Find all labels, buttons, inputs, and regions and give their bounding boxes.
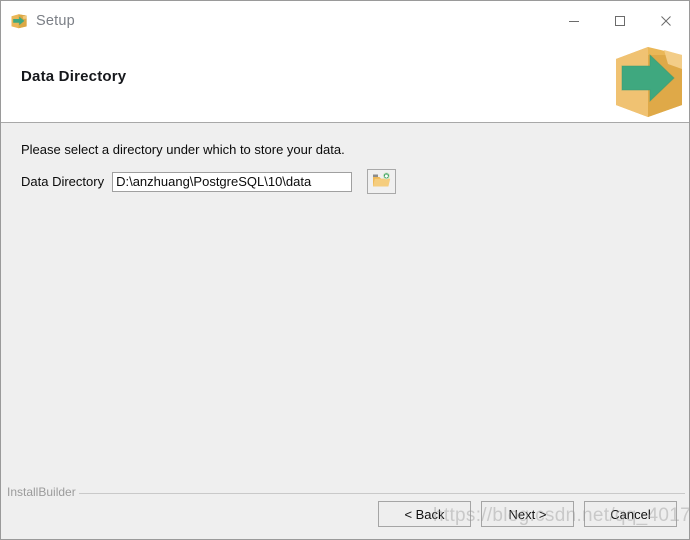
minimize-icon — [569, 20, 579, 22]
footer-bar: InstallBuilder < Back Next > Cancel — [1, 481, 689, 539]
page-header: Data Directory — [1, 40, 689, 123]
cancel-button[interactable]: Cancel — [584, 501, 677, 527]
installbuilder-box-icon — [10, 12, 28, 30]
brand-separator: InstallBuilder — [7, 483, 685, 501]
window-title: Setup — [36, 12, 75, 29]
intro-text: Please select a directory under which to… — [21, 142, 345, 157]
close-icon — [661, 15, 671, 26]
horizontal-rule — [78, 492, 685, 494]
data-directory-input[interactable] — [112, 171, 353, 192]
browse-folder-button[interactable] — [367, 169, 397, 194]
folder-open-icon — [372, 171, 391, 192]
next-button[interactable]: Next > — [481, 501, 574, 527]
data-directory-row: Data Directory — [21, 169, 397, 194]
data-directory-label: Data Directory — [21, 174, 105, 189]
minimize-button[interactable] — [551, 1, 597, 40]
back-button[interactable]: < Back — [378, 501, 471, 527]
installbuilder-brand-label: InstallBuilder — [7, 485, 76, 499]
title-bar: Setup — [1, 1, 689, 40]
page-title: Data Directory — [21, 68, 127, 85]
content-area: Please select a directory under which to… — [1, 124, 689, 481]
setup-window: Setup Data Directory Please select a dir… — [0, 0, 690, 540]
dialog-buttons: < Back Next > Cancel — [378, 501, 677, 527]
maximize-icon — [615, 15, 625, 26]
installbuilder-box-logo — [608, 33, 688, 123]
